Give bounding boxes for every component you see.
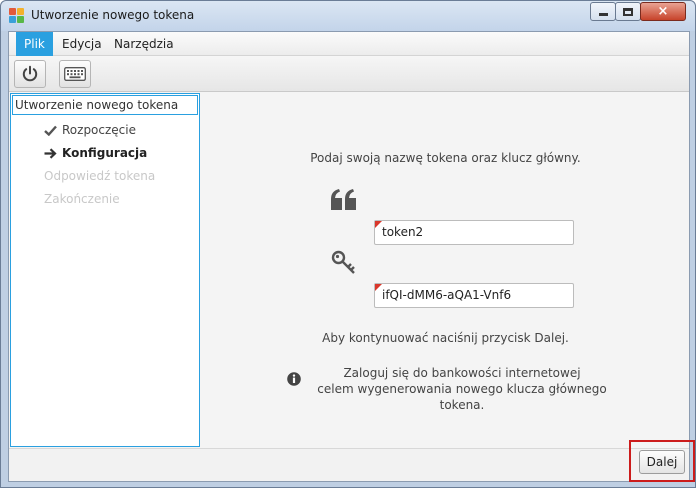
info-line-2: celem wygenerowania nowego klucza główne… (317, 382, 607, 412)
keyboard-icon (64, 67, 86, 81)
step-label: Odpowiedź tokena (44, 169, 156, 183)
arrow-right-icon (44, 147, 57, 159)
step-label: Konfiguracja (62, 146, 148, 160)
title-bar[interactable]: Utworzenie nowego tokena × (1, 1, 695, 31)
app-window: Utworzenie nowego tokena × Plik Edycja N… (0, 0, 696, 488)
maximize-button[interactable] (615, 2, 641, 21)
step-zakonczenie: Zakończenie (44, 190, 120, 208)
close-button[interactable]: × (640, 2, 686, 21)
menu-narzedzia[interactable]: Narzędzia (106, 32, 182, 56)
toolbar (9, 56, 689, 92)
step-label: Zakończenie (44, 192, 120, 206)
wizard-content: Podaj swoją nazwę tokena oraz klucz głów… (202, 93, 689, 447)
check-icon (44, 125, 57, 136)
app-icon (9, 8, 25, 24)
window-title: Utworzenie nowego tokena (31, 8, 195, 22)
wizard-steps-panel: Utworzenie nowego tokena Rozpoczęcie Kon… (10, 93, 200, 447)
key-icon (331, 250, 355, 274)
power-icon (22, 65, 38, 82)
step-label: Rozpoczęcie (62, 123, 136, 137)
next-button[interactable]: Dalej (639, 450, 685, 474)
keyboard-button[interactable] (59, 60, 91, 88)
continue-note: Aby kontynuować naciśnij przycisk Dalej. (322, 331, 569, 345)
info-line-1: Zaloguj się do bankowości internetowej (343, 366, 581, 380)
power-button[interactable] (14, 60, 46, 88)
step-konfiguracja: Konfiguracja (44, 144, 147, 162)
client-area: Plik Edycja Narzędzia Utworzenie nowego … (8, 31, 695, 482)
form-prompt: Podaj swoją nazwę tokena oraz klucz głów… (310, 151, 581, 165)
minimize-button[interactable] (590, 2, 616, 21)
menu-edycja[interactable]: Edycja (54, 32, 110, 56)
wizard-steps-header: Utworzenie nowego tokena (12, 95, 198, 115)
info-icon (287, 372, 301, 386)
quote-icon (331, 189, 356, 210)
minimize-icon (598, 13, 608, 16)
menu-plik[interactable]: Plik (16, 32, 53, 56)
close-icon: × (657, 4, 669, 19)
bottom-bar (9, 448, 689, 481)
menu-bar: Plik Edycja Narzędzia (9, 32, 689, 56)
master-key-field[interactable]: ifQI-dMM6-aQA1-Vnf6 (374, 283, 574, 308)
maximize-icon (623, 7, 633, 16)
token-name-field[interactable]: token2 (374, 220, 574, 245)
step-odpowiedz-tokena: Odpowiedź tokena (44, 167, 155, 185)
info-note: Zaloguj się do bankowości internetowej c… (302, 365, 622, 413)
step-rozpoczecie: Rozpoczęcie (44, 121, 136, 139)
